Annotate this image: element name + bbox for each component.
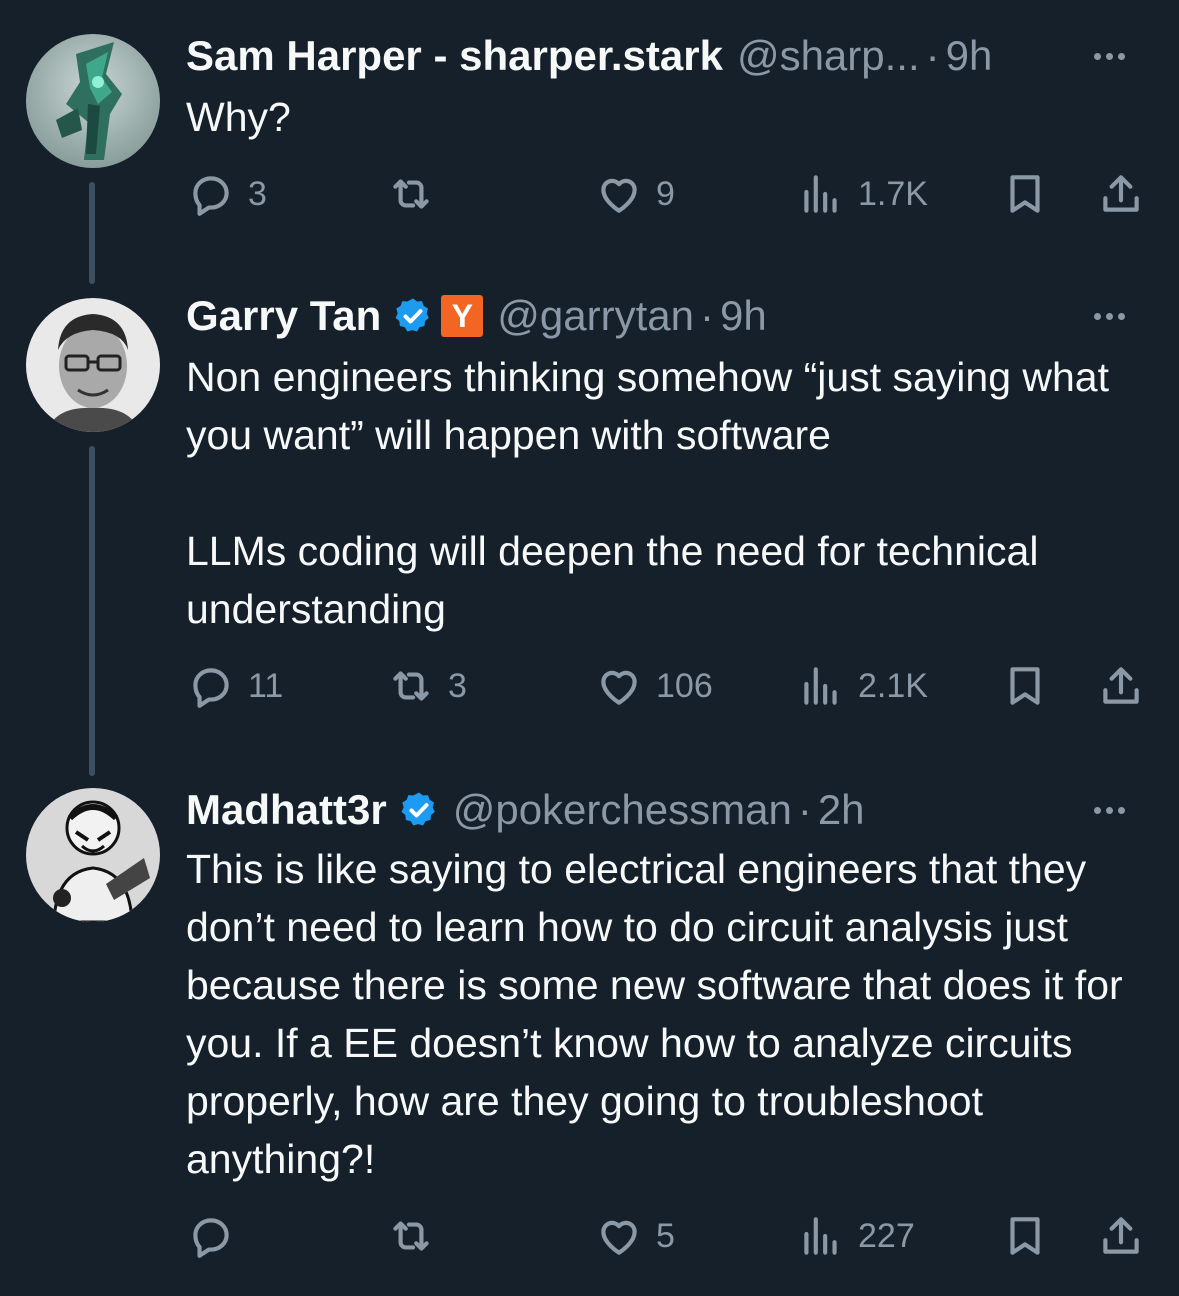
views-button[interactable]: 2.1K — [796, 658, 928, 714]
bookmark-button[interactable] — [1000, 1208, 1050, 1264]
reply-icon — [186, 661, 236, 711]
action-bar: 5 227 — [186, 1208, 1146, 1264]
like-icon — [594, 1211, 644, 1261]
repost-icon — [386, 169, 436, 219]
views-button[interactable]: 1.7K — [796, 166, 928, 222]
display-name[interactable]: Madhatt3r — [186, 786, 387, 834]
avatar[interactable] — [26, 298, 160, 432]
dot-separator: · — [925, 32, 940, 79]
share-icon — [1096, 661, 1146, 711]
reply-count: 3 — [248, 174, 267, 213]
yc-affiliate-badge[interactable]: Y — [441, 295, 484, 337]
illustration-avatar-icon — [26, 788, 160, 922]
bookmark-button[interactable] — [1000, 658, 1050, 714]
views-icon — [796, 1211, 846, 1261]
view-count: 1.7K — [858, 174, 928, 213]
repost-button[interactable] — [386, 166, 448, 222]
more-icon[interactable] — [1094, 780, 1125, 840]
like-count: 9 — [656, 174, 675, 213]
reply-button[interactable]: 3 — [186, 166, 267, 222]
tweet[interactable]: Sam Harper - sharper.stark @sharp... · 9… — [0, 0, 1179, 284]
display-name[interactable]: Sam Harper - sharper.stark — [186, 32, 723, 80]
dot-separator: · — [797, 786, 812, 833]
avatar[interactable] — [26, 788, 160, 922]
like-button[interactable]: 9 — [594, 166, 675, 222]
like-icon — [594, 661, 644, 711]
more-icon[interactable] — [1094, 286, 1125, 346]
repost-icon — [386, 1211, 436, 1261]
tweet[interactable]: Garry Tan Y @garrytan · 9h Non engineers… — [0, 290, 1179, 776]
like-count: 5 — [656, 1216, 675, 1255]
share-icon — [1096, 169, 1146, 219]
reply-icon — [186, 1211, 236, 1261]
like-button[interactable]: 5 — [594, 1208, 675, 1264]
tweet-header: Sam Harper - sharper.stark @sharp... · 9… — [186, 26, 1155, 86]
share-icon — [1096, 1211, 1146, 1261]
bookmark-icon — [1000, 1211, 1050, 1261]
avatar[interactable] — [26, 34, 160, 168]
reply-button[interactable] — [186, 1208, 248, 1264]
reply-count: 11 — [248, 666, 284, 705]
verified-icon — [393, 296, 433, 336]
action-bar: 11 3 106 2.1K — [186, 658, 1146, 714]
tweet[interactable]: Madhatt3r @pokerchessman · 2h This is li… — [0, 782, 1179, 1296]
user-handle[interactable]: @pokerchessman — [453, 786, 792, 834]
timestamp[interactable]: 9h — [946, 32, 993, 80]
like-button[interactable]: 106 — [594, 658, 713, 714]
thread-line — [89, 182, 95, 284]
dot-separator: · — [700, 292, 715, 339]
bookmark-button[interactable] — [1000, 166, 1050, 222]
views-icon — [796, 169, 846, 219]
reply-button[interactable]: 11 — [186, 658, 283, 714]
bookmark-icon — [1000, 661, 1050, 711]
share-button[interactable] — [1096, 658, 1146, 714]
repost-icon — [386, 661, 436, 711]
action-bar: 3 9 1.7K — [186, 166, 1146, 222]
bookmark-icon — [1000, 169, 1050, 219]
repost-button[interactable] — [386, 1208, 448, 1264]
thread-line — [89, 446, 95, 776]
reply-icon — [186, 169, 236, 219]
user-handle[interactable]: @sharp... — [737, 32, 920, 80]
views-icon — [796, 661, 846, 711]
tweet-header: Garry Tan Y @garrytan · 9h — [186, 286, 1155, 346]
user-handle[interactable]: @garrytan — [497, 292, 694, 340]
like-icon — [594, 169, 644, 219]
display-name[interactable]: Garry Tan — [186, 292, 381, 340]
view-count: 227 — [858, 1216, 915, 1255]
repost-button[interactable]: 3 — [386, 658, 467, 714]
share-button[interactable] — [1096, 166, 1146, 222]
more-icon[interactable] — [1094, 26, 1125, 86]
verified-icon — [399, 790, 439, 830]
tweet-text: This is like saying to electrical engine… — [186, 846, 1123, 1182]
view-count: 2.1K — [858, 666, 928, 705]
person-avatar-icon — [26, 298, 160, 432]
robot-avatar-icon — [26, 34, 160, 168]
like-count: 106 — [656, 666, 713, 705]
tweet-text: Non engineers thinking somehow “just say… — [186, 354, 1110, 632]
tweet-header: Madhatt3r @pokerchessman · 2h — [186, 780, 1155, 840]
timestamp[interactable]: 2h — [818, 786, 865, 834]
repost-count: 3 — [448, 666, 467, 705]
views-button[interactable]: 227 — [796, 1208, 915, 1264]
tweet-text: Why? — [186, 94, 291, 140]
share-button[interactable] — [1096, 1208, 1146, 1264]
timestamp[interactable]: 9h — [720, 292, 767, 340]
